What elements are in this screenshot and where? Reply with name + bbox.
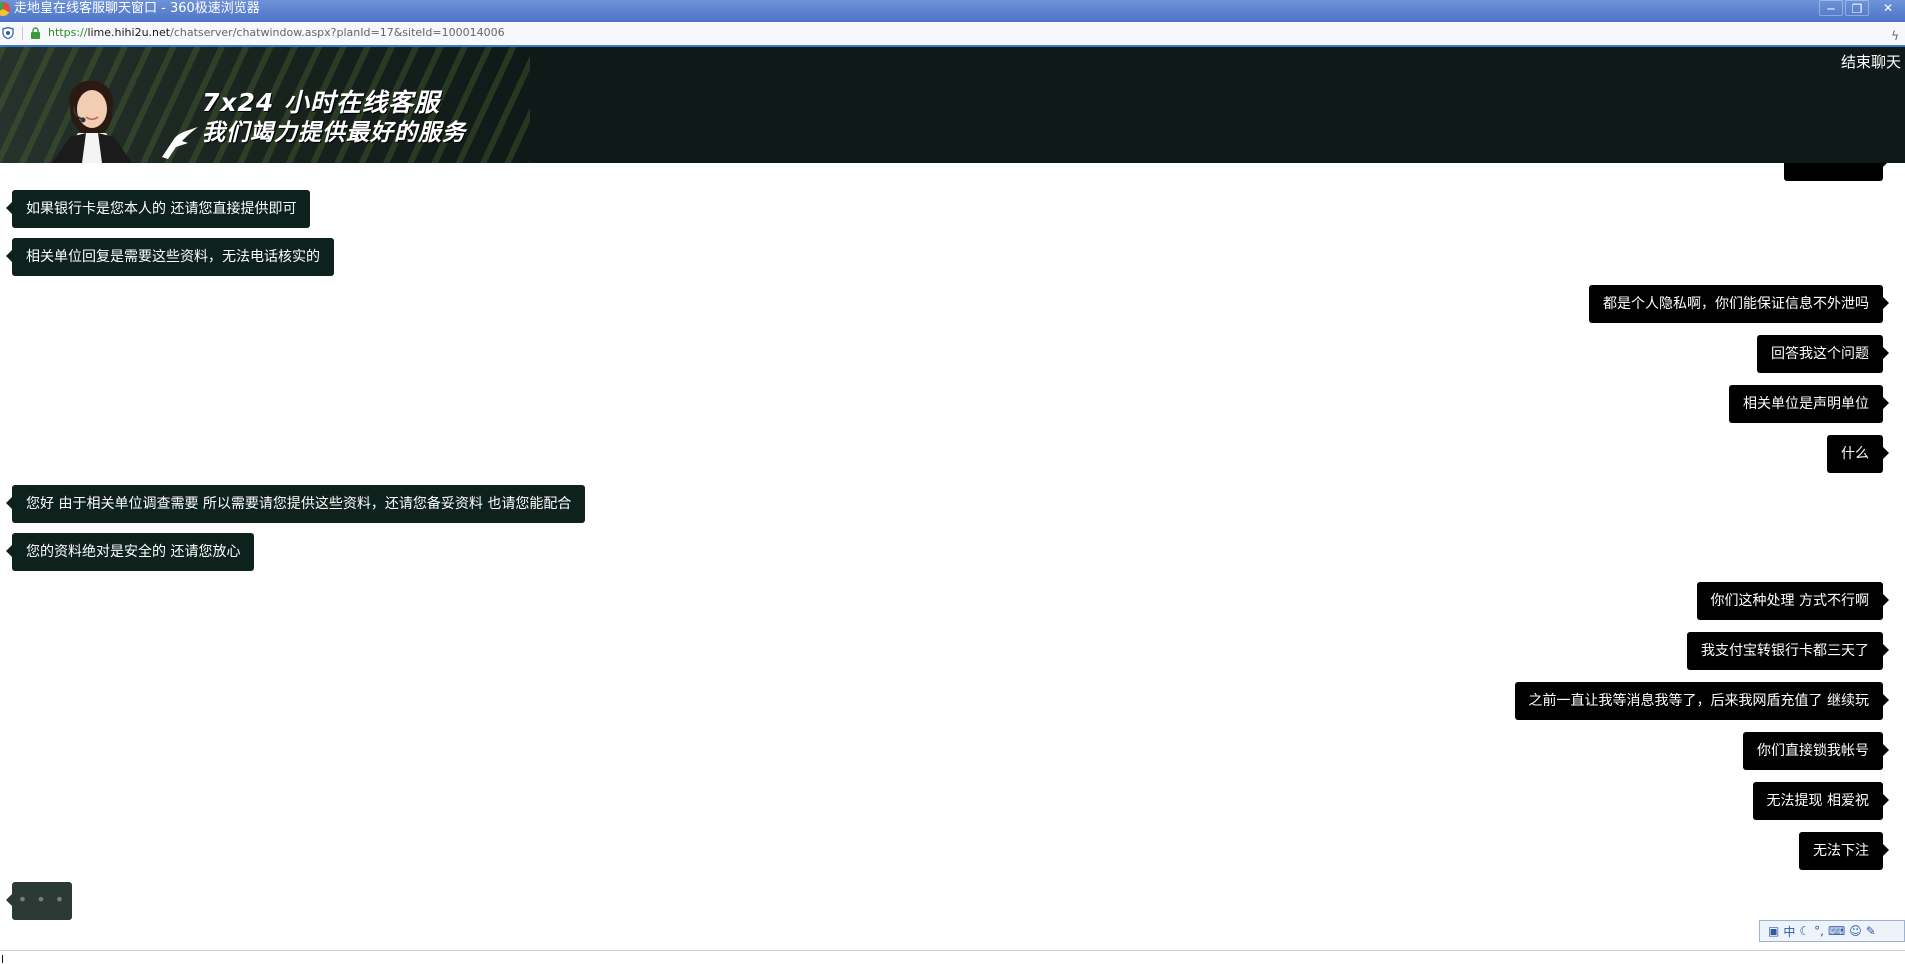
window-titlebar: 走地皇在线客服聊天窗口 - 360极速浏览器 ─ ❐ ✕ (0, 0, 1905, 22)
user-message: 无法下注 (1799, 832, 1889, 870)
security-shield-icon[interactable] (2, 27, 14, 39)
message-bubble-clipped (1783, 163, 1890, 181)
banner-subline: 我们竭力提供最好的服务 (202, 120, 466, 146)
end-chat-button[interactable]: 结束聊天 (1841, 51, 1901, 72)
restore-button[interactable]: ❐ (1845, 0, 1869, 16)
banner-headline: 7x24 小时在线客服 (202, 88, 441, 117)
agent-message: 您好 由于相关单位调查需要 所以需要请您提供这些资料，还请您备妥资料 也请您能配… (5, 485, 586, 523)
user-message: 你们这种处理 方式不行啊 (1696, 582, 1890, 620)
minimize-button[interactable]: ─ (1819, 0, 1843, 16)
user-message: 相关单位是声明单位 (1729, 385, 1889, 423)
user-message: 都是个人隐私啊，你们能保证信息不外泄吗 (1589, 285, 1889, 323)
pointing-hand-icon (162, 127, 198, 159)
lightning-icon[interactable]: ϟ (1891, 25, 1899, 47)
text-caret (2, 955, 3, 963)
chat-transcript[interactable]: 如果银行卡是您本人的 还请您直接提供即可 相关单位回复是需要这些资料，无法电话核… (0, 163, 1905, 950)
agent-message: 相关单位回复是需要这些资料，无法电话核实的 (6, 238, 334, 276)
address-separator (22, 26, 23, 40)
user-message: 我支付宝转银行卡都三天了 (1687, 632, 1889, 670)
user-message: 回答我这个问题 (1757, 335, 1889, 373)
url-path: /chatserver/chatwindow.aspx?planId=17&si… (170, 26, 505, 39)
browser-logo-icon (0, 2, 10, 16)
address-bar[interactable]: https://lime.hihi2u.net/chatserver/chatw… (0, 22, 1905, 47)
ime-settings-icon[interactable]: ✎ (1866, 924, 1876, 938)
message-input[interactable] (0, 950, 1905, 964)
user-message: 你们直接锁我帐号 (1743, 732, 1889, 770)
close-button[interactable]: ✕ (1871, 0, 1905, 16)
ime-punctuation-icon[interactable]: °, (1814, 924, 1824, 938)
ime-toolbar[interactable]: ▣ 中 ☾ °, ⌨ ☺ ✎ (1759, 920, 1905, 942)
lock-icon[interactable] (30, 27, 41, 39)
ime-mode-toggle[interactable]: 中 (1783, 923, 1795, 940)
user-message: 之前一直让我等消息我等了，后来我网盾充值了 继续玩 (1514, 682, 1890, 720)
ime-user-icon[interactable]: ☺ (1849, 924, 1862, 938)
url-field[interactable]: https://lime.hihi2u.net/chatserver/chatw… (48, 22, 505, 44)
user-message: 什么 (1827, 435, 1889, 473)
support-agent-avatar (52, 80, 132, 163)
url-host: lime.hihi2u.net (87, 26, 171, 39)
user-message: 无法提现 相爱祝 (1752, 782, 1890, 820)
agent-message: 如果银行卡是您本人的 还请您直接提供即可 (5, 190, 311, 228)
agent-message: 您的资料绝对是安全的 还请您放心 (5, 533, 255, 571)
ime-logo-icon[interactable]: ▣ (1768, 924, 1779, 938)
ime-keyboard-icon[interactable]: ⌨ (1828, 924, 1845, 938)
url-scheme: https:// (48, 26, 88, 39)
typing-indicator: • • • (6, 882, 72, 920)
window-title: 走地皇在线客服聊天窗口 - 360极速浏览器 (14, 1, 260, 16)
window-controls: ─ ❐ ✕ (1817, 0, 1905, 18)
chat-header-banner: 7x24 小时在线客服 我们竭力提供最好的服务 结束聊天 (0, 47, 1905, 163)
ime-moon-icon[interactable]: ☾ (1799, 924, 1810, 938)
